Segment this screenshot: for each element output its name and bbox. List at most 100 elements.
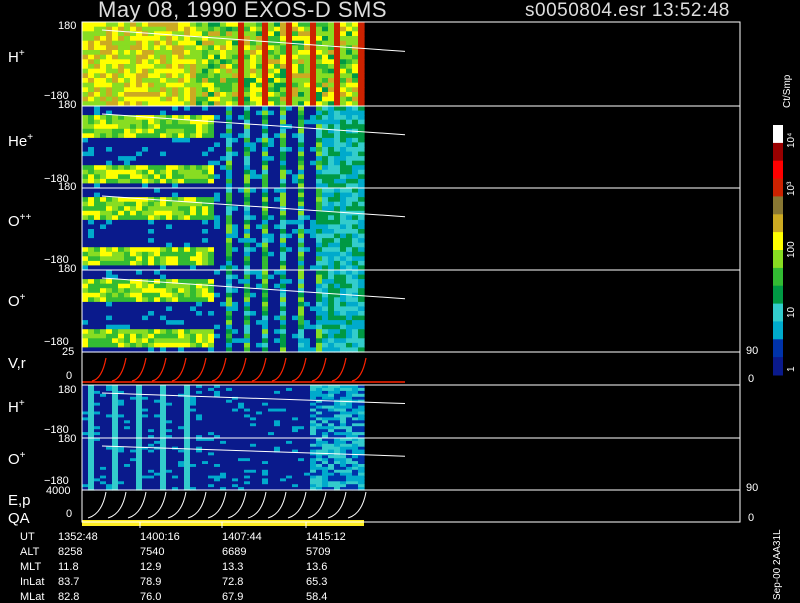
spectrogram-cell [268, 399, 275, 404]
spectrogram-cell [190, 50, 197, 56]
spectrogram-cell [256, 169, 263, 175]
spectrogram-cell [100, 324, 107, 330]
spectrogram-cell [358, 426, 365, 430]
spectrogram-cell [244, 238, 251, 244]
spectrogram-cell [118, 188, 125, 194]
spectrogram-cell [268, 73, 275, 79]
spectrogram-cell [310, 142, 317, 148]
spectrogram-cell [310, 31, 317, 37]
spectrogram-cell [220, 320, 227, 326]
spectrogram-cell [178, 124, 185, 130]
spectrogram-cell [352, 50, 359, 56]
spectrogram-cell [88, 219, 95, 226]
spectrogram-cell [166, 106, 173, 112]
spectrogram-cell [298, 165, 305, 171]
spectrogram-cell [238, 247, 245, 253]
spectrogram-cell [124, 301, 131, 308]
spectrogram-cell [112, 292, 119, 298]
spectrogram-cell [304, 274, 311, 280]
spectrogram-cell [322, 169, 329, 175]
spectrogram-cell [142, 260, 149, 267]
spectrogram-cell [208, 242, 215, 248]
spectrogram-cell [100, 174, 107, 180]
spectrogram-cell [94, 26, 101, 32]
spectrogram-cell [358, 78, 365, 84]
spectrogram-cell [226, 133, 233, 139]
spectrogram-cell [94, 256, 101, 262]
spectrogram-cell [220, 110, 227, 116]
spectrogram-cell [268, 233, 275, 239]
spectrogram-cell [202, 338, 209, 344]
spectrogram-cell [268, 338, 275, 344]
spectrogram-cell [88, 420, 95, 424]
spectrogram-cell [334, 119, 341, 125]
spectrogram-cell [352, 110, 359, 116]
spectrogram-cell [250, 338, 257, 344]
spectrogram-cell [256, 142, 263, 148]
spectrogram-cell [298, 414, 305, 418]
spectrogram-cell [148, 233, 155, 239]
spectrogram-cell [244, 247, 251, 253]
spectrogram-cell [232, 54, 239, 60]
spectrogram-cell [244, 420, 251, 424]
spectrogram-cell [160, 133, 167, 139]
spectrogram-cell [274, 26, 281, 32]
spectrogram-cell [220, 210, 227, 216]
spectrogram-cell [82, 224, 89, 230]
spectrogram-cell [142, 165, 149, 171]
spectrogram-cell [100, 169, 107, 175]
spectrogram-cell [142, 201, 149, 207]
spectrogram-cell [172, 306, 179, 312]
spectrogram-cell [124, 329, 131, 335]
spectrogram-cell [352, 311, 359, 317]
spectrogram-cell [100, 165, 107, 171]
spectrogram-cell [160, 426, 167, 430]
spectrogram-cell [184, 242, 191, 248]
spectrogram-cell [172, 169, 179, 175]
spectrogram-cell [238, 40, 245, 46]
spectrogram-cell [172, 137, 179, 144]
spectrogram-cell [196, 156, 203, 162]
spectrogram-cell [280, 192, 287, 198]
spectrogram-cell [334, 201, 341, 207]
spectrogram-cell [244, 333, 251, 339]
spectrogram-cell [274, 393, 281, 398]
spectrogram-cell [328, 247, 335, 253]
spectrogram-cell [226, 124, 233, 130]
spectrogram-cell [226, 338, 233, 344]
spectrogram-cell [238, 206, 245, 212]
spectrogram-cell [334, 387, 341, 392]
spectrogram-cell [106, 169, 113, 175]
spectrogram-cell [124, 206, 131, 212]
spectrogram-cell [304, 50, 311, 56]
spectrogram-cell [256, 215, 263, 221]
spectrogram-cell [142, 387, 149, 392]
spectrogram-cell [202, 242, 209, 248]
spectrogram-cell [208, 54, 215, 60]
spectrogram-cell [358, 73, 365, 79]
spectrogram-cell [130, 178, 137, 185]
spectrogram-cell [118, 156, 125, 162]
spectrogram-cell [124, 288, 131, 294]
spectrogram-cell [226, 219, 233, 226]
spectrogram-cell [340, 270, 347, 276]
spectrogram-cell [100, 210, 107, 216]
spectrogram-cell [280, 432, 287, 436]
spectrogram-cell [358, 315, 365, 321]
spectrogram-cell [328, 274, 335, 280]
spectrogram-cell [94, 165, 101, 171]
spectrogram-cell [250, 292, 257, 298]
spectrogram-cell [88, 151, 95, 157]
spectrogram-cell [256, 320, 263, 326]
spectrogram-cell [358, 68, 365, 74]
spectrogram-cell [124, 142, 131, 148]
spectrogram-cell [220, 301, 227, 308]
spectrogram-cell [112, 64, 119, 70]
spectrogram-cell [208, 387, 215, 392]
spectrogram-cell [256, 22, 263, 28]
spectrogram-cell [262, 342, 269, 349]
spectrogram-cell [346, 201, 353, 207]
spectrogram-cell [358, 147, 365, 153]
spectrogram-cell [88, 297, 95, 303]
spectrogram-cell [154, 233, 161, 239]
